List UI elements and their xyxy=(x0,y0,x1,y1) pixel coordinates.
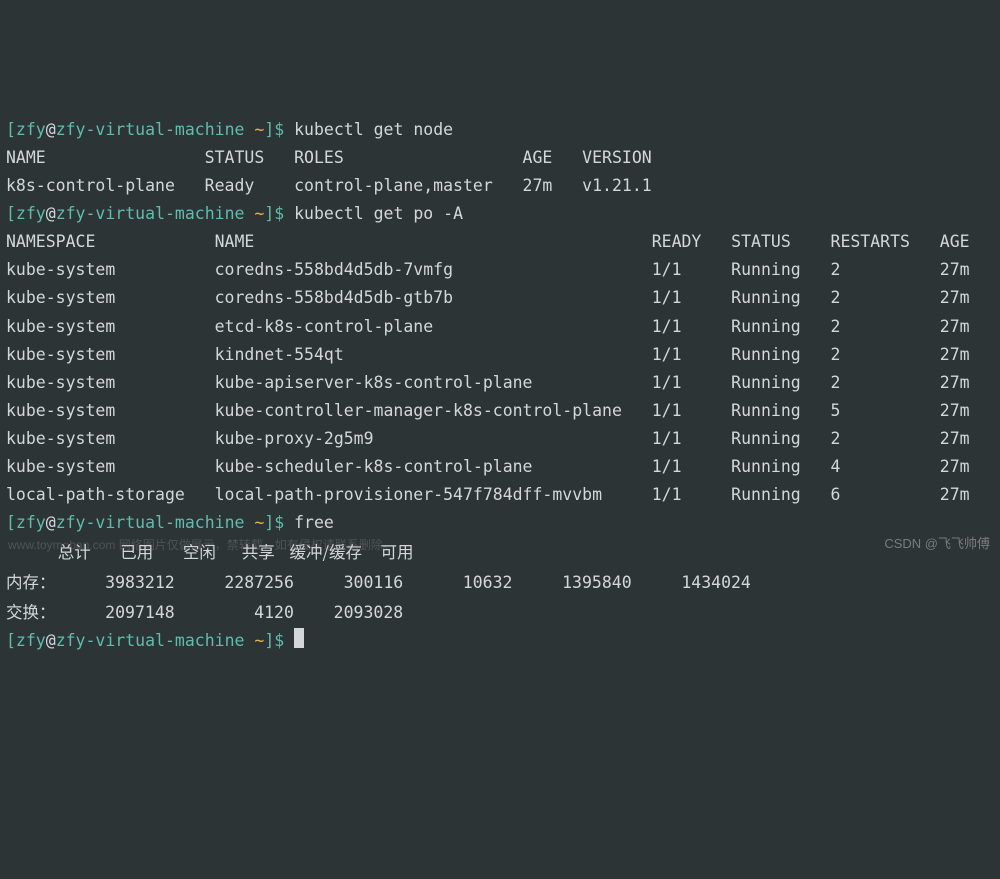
terminal-output[interactable]: [zfy@zfy-virtual-machine ~]$ kubectl get… xyxy=(6,116,994,655)
pod-row: kube-system coredns-558bd4d5db-7vmfg 1/1… xyxy=(6,260,970,279)
pod-header: NAMESPACE NAME READY STATUS RESTARTS AGE xyxy=(6,232,970,251)
pod-row: kube-system kube-controller-manager-k8s-… xyxy=(6,401,970,420)
pod-row: kube-system kindnet-554qt 1/1 Running 2 … xyxy=(6,345,970,364)
cursor[interactable] xyxy=(294,628,304,648)
command-1: kubectl get node xyxy=(294,120,453,139)
pod-row: kube-system coredns-558bd4d5db-gtb7b 1/1… xyxy=(6,288,970,307)
node-header: NAME STATUS ROLES AGE VERSION xyxy=(6,148,652,167)
pod-row: local-path-storage local-path-provisione… xyxy=(6,485,970,504)
free-mem-row: 内存： 3983212 2287256 300116 10632 1395840… xyxy=(6,573,751,592)
watermark-left: www.toymoban.com 网络图片仅做展示，禁转载，如有侵权请联系删除。 xyxy=(8,535,395,555)
pod-row: kube-system etcd-k8s-control-plane 1/1 R… xyxy=(6,317,970,336)
command-2: kubectl get po -A xyxy=(294,204,463,223)
pod-row: kube-system kube-proxy-2g5m9 1/1 Running… xyxy=(6,429,970,448)
pod-row: kube-system kube-scheduler-k8s-control-p… xyxy=(6,457,970,476)
pod-row: kube-system kube-apiserver-k8s-control-p… xyxy=(6,373,970,392)
command-3: free xyxy=(294,513,334,532)
watermark-right: CSDN @飞飞帅傅 xyxy=(884,533,990,555)
free-swap-row: 交换： 2097148 4120 2093028 xyxy=(6,603,403,622)
node-row: k8s-control-plane Ready control-plane,ma… xyxy=(6,176,652,195)
